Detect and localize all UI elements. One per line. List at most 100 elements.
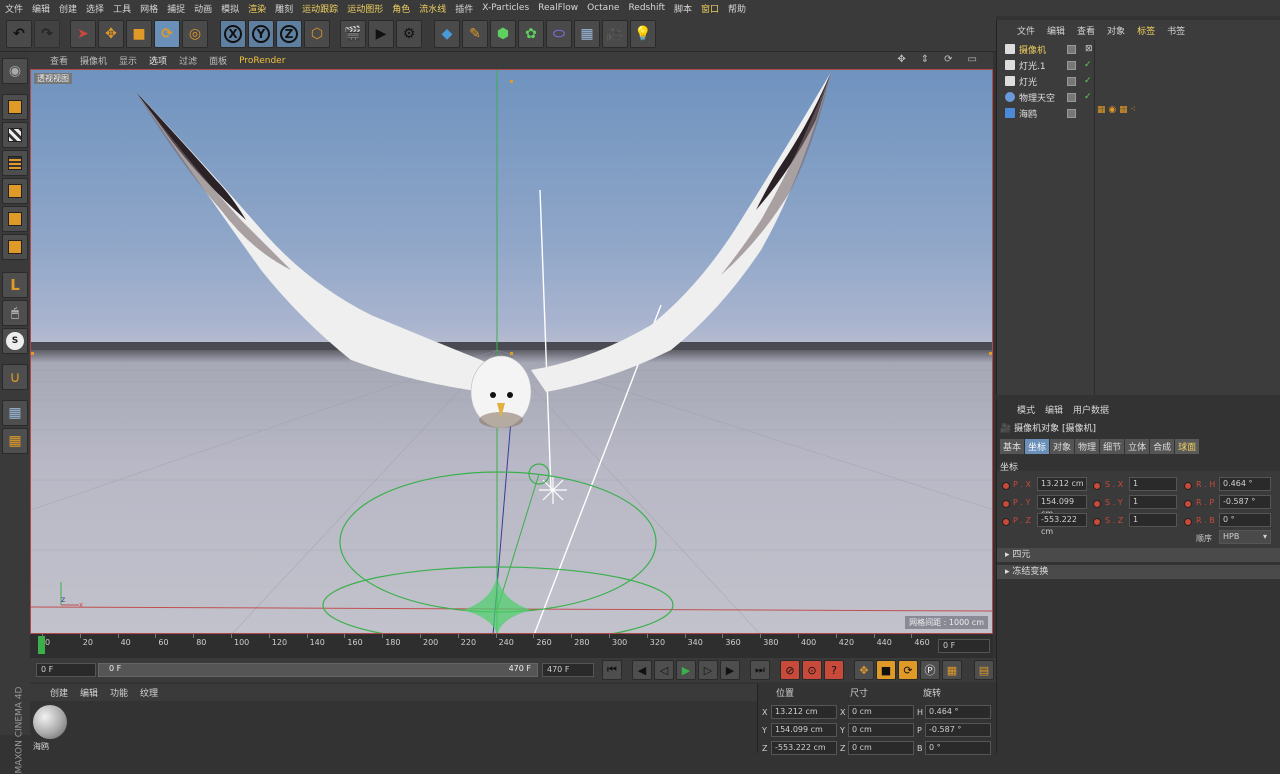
make-editable-button[interactable]: ◉ (2, 58, 28, 84)
workplane-lock-button[interactable]: ▦ (2, 400, 28, 426)
key-rotation-button[interactable]: ⟳ (898, 660, 918, 680)
tab-stereo[interactable]: 立体 (1125, 439, 1150, 454)
keyframe-selection-button[interactable]: ? (824, 660, 844, 680)
playhead[interactable] (38, 636, 45, 654)
keyframe-dot[interactable] (1093, 518, 1101, 526)
cloner-button[interactable]: ✿ (518, 20, 544, 48)
vp-menu-cameras[interactable]: 摄像机 (80, 54, 107, 67)
menu-create[interactable]: 创建 (59, 2, 77, 15)
om-menu-file[interactable]: 文件 (1017, 24, 1035, 37)
move-button[interactable]: ✥ (98, 20, 124, 48)
camera-button[interactable]: 🎥 (602, 20, 628, 48)
tweak-button[interactable]: 🖱 (2, 300, 28, 326)
visibility-flag[interactable] (1067, 109, 1076, 118)
magnet-button[interactable]: ∪ (2, 364, 28, 390)
visibility-flag[interactable] (1067, 61, 1076, 70)
am-menu-mode[interactable]: 模式 (1017, 403, 1035, 416)
rotate-button[interactable]: ⟳ (154, 20, 180, 48)
frame-range-slider[interactable]: 0 F 470 F (98, 663, 538, 677)
render-settings-button[interactable]: ⚙ (396, 20, 422, 48)
timeline-ruler[interactable]: 0 20 40 60 80 100 120 140 160 180 200 220 240 260 280 3… (30, 634, 993, 658)
go-to-start-button[interactable]: ⏮ (602, 660, 622, 680)
y-axis-button[interactable]: Y (248, 20, 274, 48)
redo-button[interactable]: ↷ (34, 20, 60, 48)
material-name[interactable]: 海鸥 (33, 741, 49, 752)
scale-button[interactable]: ■ (126, 20, 152, 48)
menu-mograph[interactable]: 运动图形 (347, 2, 383, 15)
mat-menu-function[interactable]: 功能 (110, 686, 128, 699)
om-menu-view[interactable]: 查看 (1077, 24, 1095, 37)
tab-coords[interactable]: 坐标 (1025, 439, 1050, 454)
object-row-light[interactable]: 灯光 (1005, 73, 1037, 89)
object-row-seagull[interactable]: 海鸥 (1005, 105, 1037, 121)
tab-basic[interactable]: 基本 (1000, 439, 1025, 454)
s-z-field[interactable]: 1 (1129, 513, 1177, 527)
vp-menu-options[interactable]: 选项 (149, 54, 167, 67)
r-h-field[interactable]: 0.464 ° (1219, 477, 1271, 491)
floor-button[interactable]: ▦ (574, 20, 600, 48)
menu-snap[interactable]: 捕捉 (167, 2, 185, 15)
mat-menu-create[interactable]: 创建 (50, 686, 68, 699)
keyframe-dot[interactable] (1093, 482, 1101, 490)
snap-button[interactable]: S (2, 328, 28, 354)
keyframe-dot[interactable] (1093, 500, 1101, 508)
tab-object[interactable]: 对象 (1050, 439, 1075, 454)
tab-physical[interactable]: 物理 (1075, 439, 1100, 454)
r-p-field[interactable]: -0.587 ° (1219, 495, 1271, 509)
timeline-window-button[interactable]: ▤ (974, 660, 994, 680)
vp-menu-prorender[interactable]: ProRender (239, 56, 285, 66)
maximize-icon[interactable]: ▭ (968, 54, 977, 65)
play-button[interactable]: ▶ (676, 660, 696, 680)
p-y-field[interactable]: 154.099 cm (1037, 495, 1087, 518)
polygons-mode-button[interactable] (2, 234, 28, 260)
tab-compositing[interactable]: 合成 (1150, 439, 1175, 454)
menu-pipeline[interactable]: 流水线 (419, 2, 446, 15)
vp-menu-panel[interactable]: 面板 (209, 54, 227, 67)
object-row-light1[interactable]: 灯光.1 (1005, 57, 1046, 73)
mat-menu-edit[interactable]: 编辑 (80, 686, 98, 699)
end-frame-field[interactable]: 470 F (542, 663, 594, 677)
menu-edit[interactable]: 编辑 (32, 2, 50, 15)
prev-frame-button[interactable]: ◁ (654, 660, 674, 680)
enabled-check-icon[interactable]: ✓ (1084, 76, 1092, 86)
vp-menu-filter[interactable]: 过滤 (179, 54, 197, 67)
am-menu-userdata[interactable]: 用户数据 (1073, 403, 1109, 416)
orbit-icon[interactable]: ⟳ (944, 54, 952, 65)
next-frame-button[interactable]: ▷ (698, 660, 718, 680)
mat-menu-texture[interactable]: 纹理 (140, 686, 158, 699)
coord-rot-h[interactable]: 0.464 ° (925, 705, 991, 719)
menu-tools[interactable]: 工具 (113, 2, 131, 15)
vp-menu-view[interactable]: 查看 (50, 54, 68, 67)
tab-details[interactable]: 细节 (1100, 439, 1125, 454)
p-z-field[interactable]: -553.222 cm (1037, 513, 1087, 536)
am-menu-edit[interactable]: 编辑 (1045, 403, 1063, 416)
keyframe-dot[interactable] (1184, 500, 1192, 508)
light-button[interactable]: 💡 (630, 20, 656, 48)
workplane-align-button[interactable]: ▦ (2, 428, 28, 454)
menu-plugins[interactable]: 插件 (455, 2, 473, 15)
enabled-check-icon[interactable]: ✓ (1084, 92, 1092, 102)
keyframe-dot[interactable] (1184, 482, 1192, 490)
camera-target-tag-icon[interactable]: ⊠ (1085, 44, 1093, 54)
cube-button[interactable]: ◆ (434, 20, 460, 48)
coord-pos-y[interactable]: 154.099 cm (771, 723, 837, 737)
om-menu-edit[interactable]: 编辑 (1047, 24, 1065, 37)
tag-icons-seagull[interactable]: ▦ ◉ ▦ ⁖ (1097, 105, 1136, 115)
x-axis-button[interactable]: X (220, 20, 246, 48)
z-axis-button[interactable]: Z (276, 20, 302, 48)
menu-help[interactable]: 帮助 (728, 2, 746, 15)
spline-pen-button[interactable]: ✎ (462, 20, 488, 48)
coord-rot-p[interactable]: -0.587 ° (925, 723, 991, 737)
go-to-end-button[interactable]: ⏭ (750, 660, 770, 680)
model-mode-button[interactable] (2, 94, 28, 120)
timeline-end-field[interactable]: 0 F (938, 639, 990, 653)
next-key-button[interactable]: ▶ (720, 660, 740, 680)
deformer-button[interactable]: ⬭ (546, 20, 572, 48)
workplane-mode-button[interactable] (2, 150, 28, 176)
material-preview[interactable] (33, 705, 67, 739)
menu-realflow[interactable]: RealFlow (538, 3, 578, 13)
edges-mode-button[interactable] (2, 206, 28, 232)
fold-freeze-transform[interactable]: ▸ 冻结变换 (997, 565, 1280, 579)
key-parameter-button[interactable]: Ⓟ (920, 660, 940, 680)
keyframe-dot[interactable] (1184, 518, 1192, 526)
